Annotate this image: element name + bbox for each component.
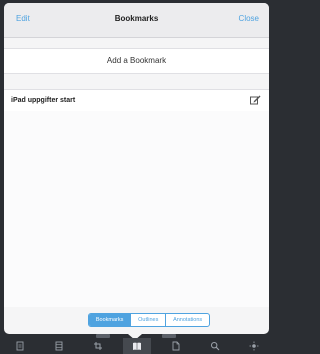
book-icon xyxy=(132,342,141,350)
search-button[interactable] xyxy=(201,338,229,354)
bookmark-label: iPad uppgifter start xyxy=(11,97,76,104)
search-icon xyxy=(210,341,219,351)
bookmarks-button[interactable] xyxy=(122,338,151,354)
brightness-button[interactable] xyxy=(240,338,268,354)
page-icon xyxy=(172,341,179,351)
view-segmented-control: Bookmarks Outlines Annotations xyxy=(88,313,210,327)
edit-icon[interactable] xyxy=(249,94,261,106)
bookmark-list-item[interactable]: iPad uppgifter start xyxy=(4,89,269,112)
segment-bookmarks[interactable]: Bookmarks xyxy=(89,314,131,326)
popover-title: Bookmarks xyxy=(114,14,159,23)
add-bookmark-button[interactable]: Add a Bookmark xyxy=(4,48,269,74)
crop-icon xyxy=(93,342,102,350)
brightness-icon xyxy=(249,341,258,351)
page-button[interactable] xyxy=(162,338,190,354)
bookmark-list-empty-area xyxy=(4,111,269,307)
crop-button[interactable] xyxy=(84,338,112,354)
segment-outlines[interactable]: Outlines xyxy=(130,314,165,326)
close-button[interactable]: Close xyxy=(239,14,259,24)
thumbnails-icon xyxy=(55,341,62,351)
bookmarks-popover: Edit Bookmarks Close Add a Bookmark iPad… xyxy=(4,3,269,334)
app-window: Edit Bookmarks Close Add a Bookmark iPad… xyxy=(0,0,273,354)
add-bookmark-label: Add a Bookmark xyxy=(106,56,167,65)
navigation-bar: Edit Bookmarks Close xyxy=(4,3,269,38)
thumbnails-button[interactable] xyxy=(45,338,73,354)
document-icon xyxy=(16,341,23,351)
bottom-toolbar xyxy=(0,338,273,354)
segment-annotations[interactable]: Annotations xyxy=(165,314,209,326)
document-button[interactable] xyxy=(6,338,34,354)
